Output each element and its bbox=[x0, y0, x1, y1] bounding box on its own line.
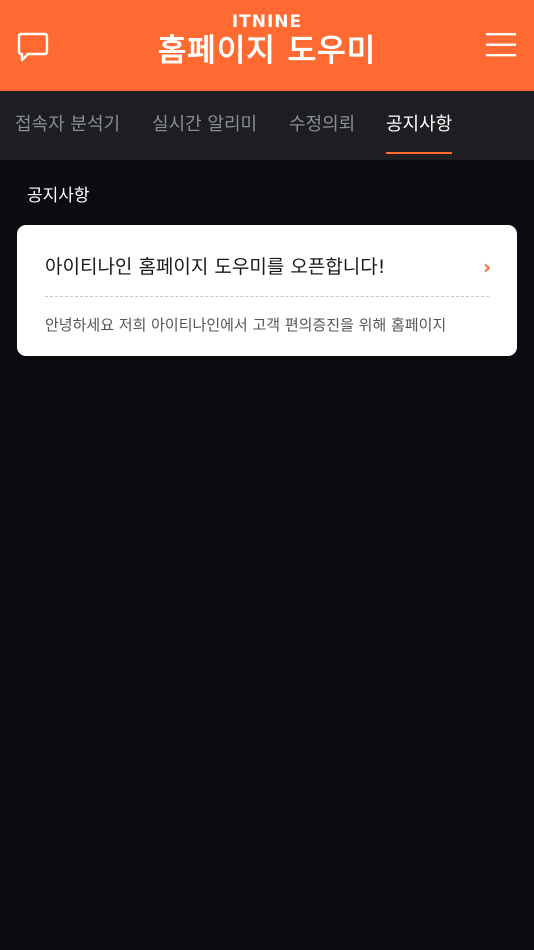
section-title: 공지사항 bbox=[27, 186, 90, 206]
chat-bubble-icon bbox=[17, 32, 49, 62]
logo-title: 홈페이지 도우미 bbox=[157, 33, 377, 69]
tab-label: 공지사항 bbox=[386, 114, 453, 135]
app-logo: ITNINE 홈페이지 도우미 bbox=[140, 12, 394, 78]
active-tab-indicator bbox=[386, 152, 453, 154]
notice-card[interactable]: 아이티나인 홈페이지 도우미를 오픈합니다! › 안녕하세요 저희 아이티나인에… bbox=[17, 225, 517, 356]
tab-notices[interactable]: 공지사항 bbox=[386, 91, 453, 160]
tab-realtime-alert[interactable]: 실시간 알리미 bbox=[152, 91, 257, 160]
notice-title: 아이티나인 홈페이지 도우미를 오픈합니다! bbox=[45, 256, 386, 278]
menu-button[interactable] bbox=[484, 30, 518, 60]
logo-brand-text: ITNINE bbox=[231, 12, 303, 32]
tab-label: 실시간 알리미 bbox=[152, 114, 258, 135]
tab-label: 수정의뢰 bbox=[289, 114, 356, 135]
tab-bar: 접속자 분석기 실시간 알리미 수정의뢰 공지사항 bbox=[0, 91, 534, 160]
tab-edit-request[interactable]: 수정의뢰 bbox=[289, 91, 355, 160]
notice-divider bbox=[45, 296, 489, 297]
notice-preview: 안녕하세요 저희 아이티나인에서 고객 편의증진을 위해 홈페이지 bbox=[45, 316, 447, 334]
app-header: ITNINE 홈페이지 도우미 bbox=[0, 0, 534, 91]
tab-label: 접속자 분석기 bbox=[15, 114, 121, 135]
tab-visitor-analyzer[interactable]: 접속자 분석기 bbox=[15, 91, 120, 160]
hamburger-menu-icon bbox=[486, 33, 516, 57]
chevron-right-icon: › bbox=[482, 255, 492, 279]
chat-button[interactable] bbox=[16, 30, 50, 64]
